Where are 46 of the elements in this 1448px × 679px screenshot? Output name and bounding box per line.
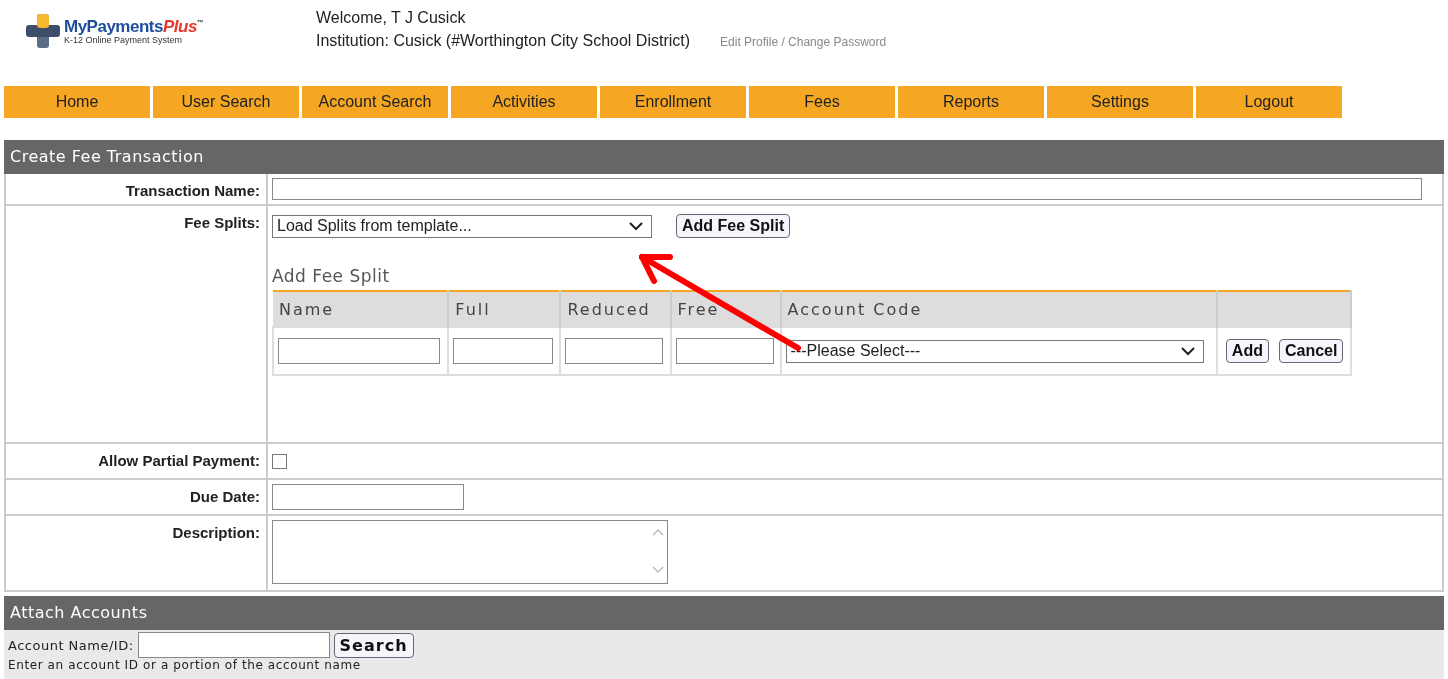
field-label: Account Name/ID: xyxy=(8,637,134,653)
field-label: Fee Splits: xyxy=(184,214,260,231)
cross-logo-icon xyxy=(24,12,62,50)
due-date-field[interactable] xyxy=(272,484,464,510)
chevron-icon xyxy=(629,221,643,231)
nav-tab[interactable]: Reports xyxy=(898,86,1044,118)
nav-tab[interactable]: Home xyxy=(4,86,150,118)
split-input[interactable] xyxy=(278,338,440,364)
search-button[interactable]: Search xyxy=(333,632,414,658)
nav-tab[interactable]: Account Search xyxy=(302,86,448,118)
nav-tab[interactable]: Fees xyxy=(749,86,895,118)
checkbox[interactable] xyxy=(272,453,287,469)
hint-text: Enter an account ID or a portion of the account name xyxy=(8,658,362,672)
nav-tab[interactable]: Activities xyxy=(451,86,597,118)
column-header: Reduced xyxy=(560,291,671,327)
nav-tab[interactable]: Settings xyxy=(1047,86,1193,118)
template-dropdown[interactable]: Load Splits from template... xyxy=(272,214,652,238)
column-header: Account Code xyxy=(780,291,1217,327)
field-label: Transaction Name: xyxy=(125,182,260,199)
profile-link[interactable]: Edit Profile / Change Password xyxy=(720,31,887,54)
column-header: Full xyxy=(448,291,561,327)
split-input[interactable] xyxy=(565,338,664,364)
column-header: Name xyxy=(273,291,449,327)
nav-tab[interactable]: Enrollment xyxy=(600,86,746,118)
cancel-button[interactable]: Cancel xyxy=(1278,339,1344,363)
split-input[interactable] xyxy=(453,338,554,364)
transaction-name-field[interactable] xyxy=(272,178,1422,200)
panel-title: Add Fee Split xyxy=(272,266,390,286)
description-field[interactable] xyxy=(272,520,668,584)
field-label: Allow Partial Payment: xyxy=(98,452,260,469)
welcome-text: Welcome, T J Cusick xyxy=(316,8,466,28)
section-header: Create Fee Transaction xyxy=(4,140,1444,174)
field-label: Due Date: xyxy=(190,488,260,505)
brand-name: MyPaymentsPlus$^{™}$ xyxy=(64,17,204,37)
nav-tab[interactable]: User Search xyxy=(153,86,299,118)
nav-tab[interactable]: Logout xyxy=(1196,86,1342,118)
split-input[interactable] xyxy=(675,338,774,364)
institution-text: Institution: Cusick (#Worthington City School District) xyxy=(316,31,691,51)
account-code-dropdown[interactable]: ---Please Select--- xyxy=(785,339,1204,363)
add-button[interactable]: Add xyxy=(1225,339,1269,363)
brand-tagline: K-12 Online Payment System xyxy=(64,35,184,45)
field-label: Description: xyxy=(172,524,260,541)
section-header: Attach Accounts xyxy=(4,596,1444,630)
add-fee-split-button[interactable]: Add Fee Split xyxy=(676,214,791,238)
account-search-field[interactable] xyxy=(137,632,330,658)
chevron-icon xyxy=(1180,346,1195,356)
